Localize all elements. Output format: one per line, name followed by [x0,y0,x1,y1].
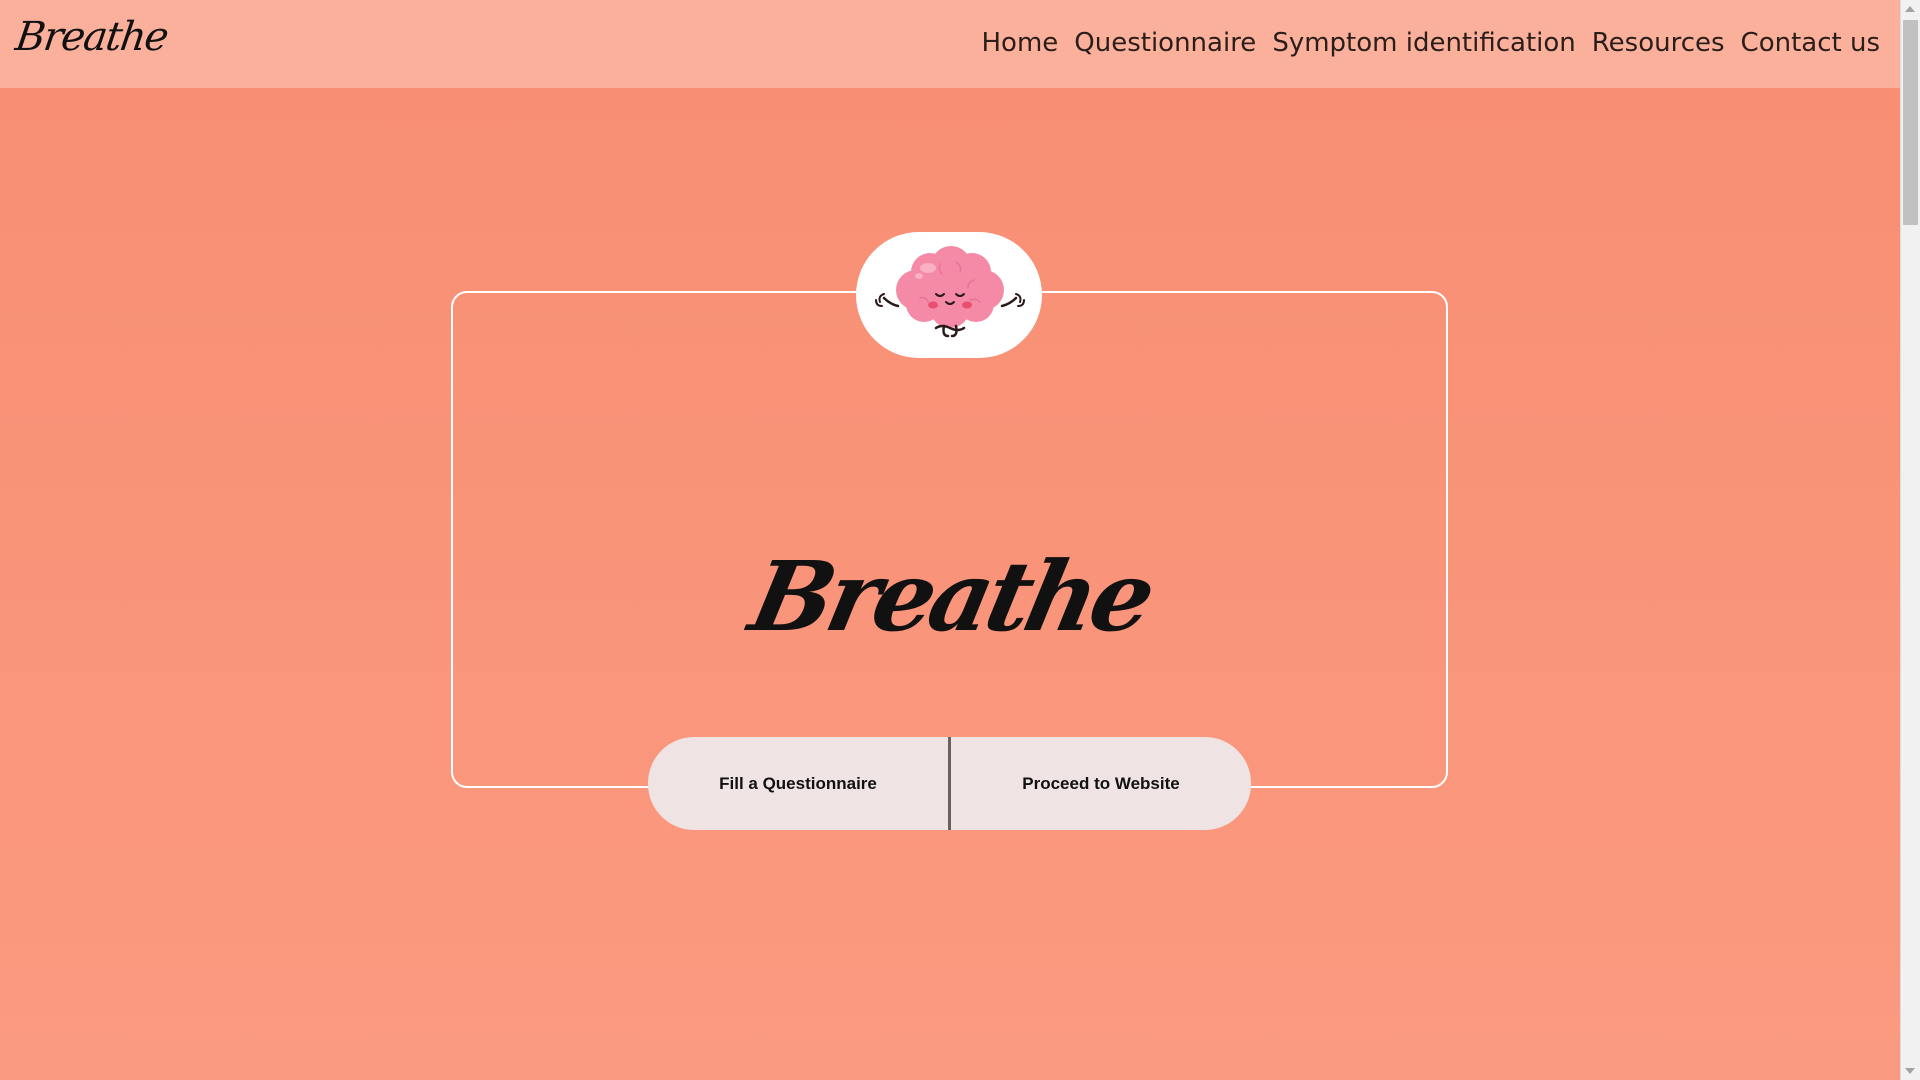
scroll-thumb[interactable] [1903,20,1918,225]
meditating-brain-icon [875,246,1025,338]
hero-button-group: Fill a Questionnaire Proceed to Website [648,737,1251,830]
proceed-to-website-button[interactable]: Proceed to Website [951,737,1251,830]
nav-link-questionnaire[interactable]: Questionnaire [1074,28,1256,58]
hero-title: Breathe [741,540,1161,653]
scroll-down-icon[interactable] [1905,1068,1915,1074]
nav-link-symptom-identification[interactable]: Symptom identification [1272,28,1575,58]
logo-badge [856,232,1042,358]
nav-links: Home Questionnaire Symptom identificatio… [981,28,1880,58]
navbar: Breathe Home Questionnaire Symptom ident… [0,0,1900,88]
nav-link-resources[interactable]: Resources [1592,28,1725,58]
nav-link-home[interactable]: Home [981,28,1058,58]
scroll-up-icon[interactable] [1905,6,1915,12]
brand-logo[interactable]: Breathe [13,14,171,60]
fill-questionnaire-button[interactable]: Fill a Questionnaire [648,737,948,830]
vertical-scrollbar[interactable] [1900,0,1920,1080]
nav-link-contact-us[interactable]: Contact us [1741,28,1880,58]
